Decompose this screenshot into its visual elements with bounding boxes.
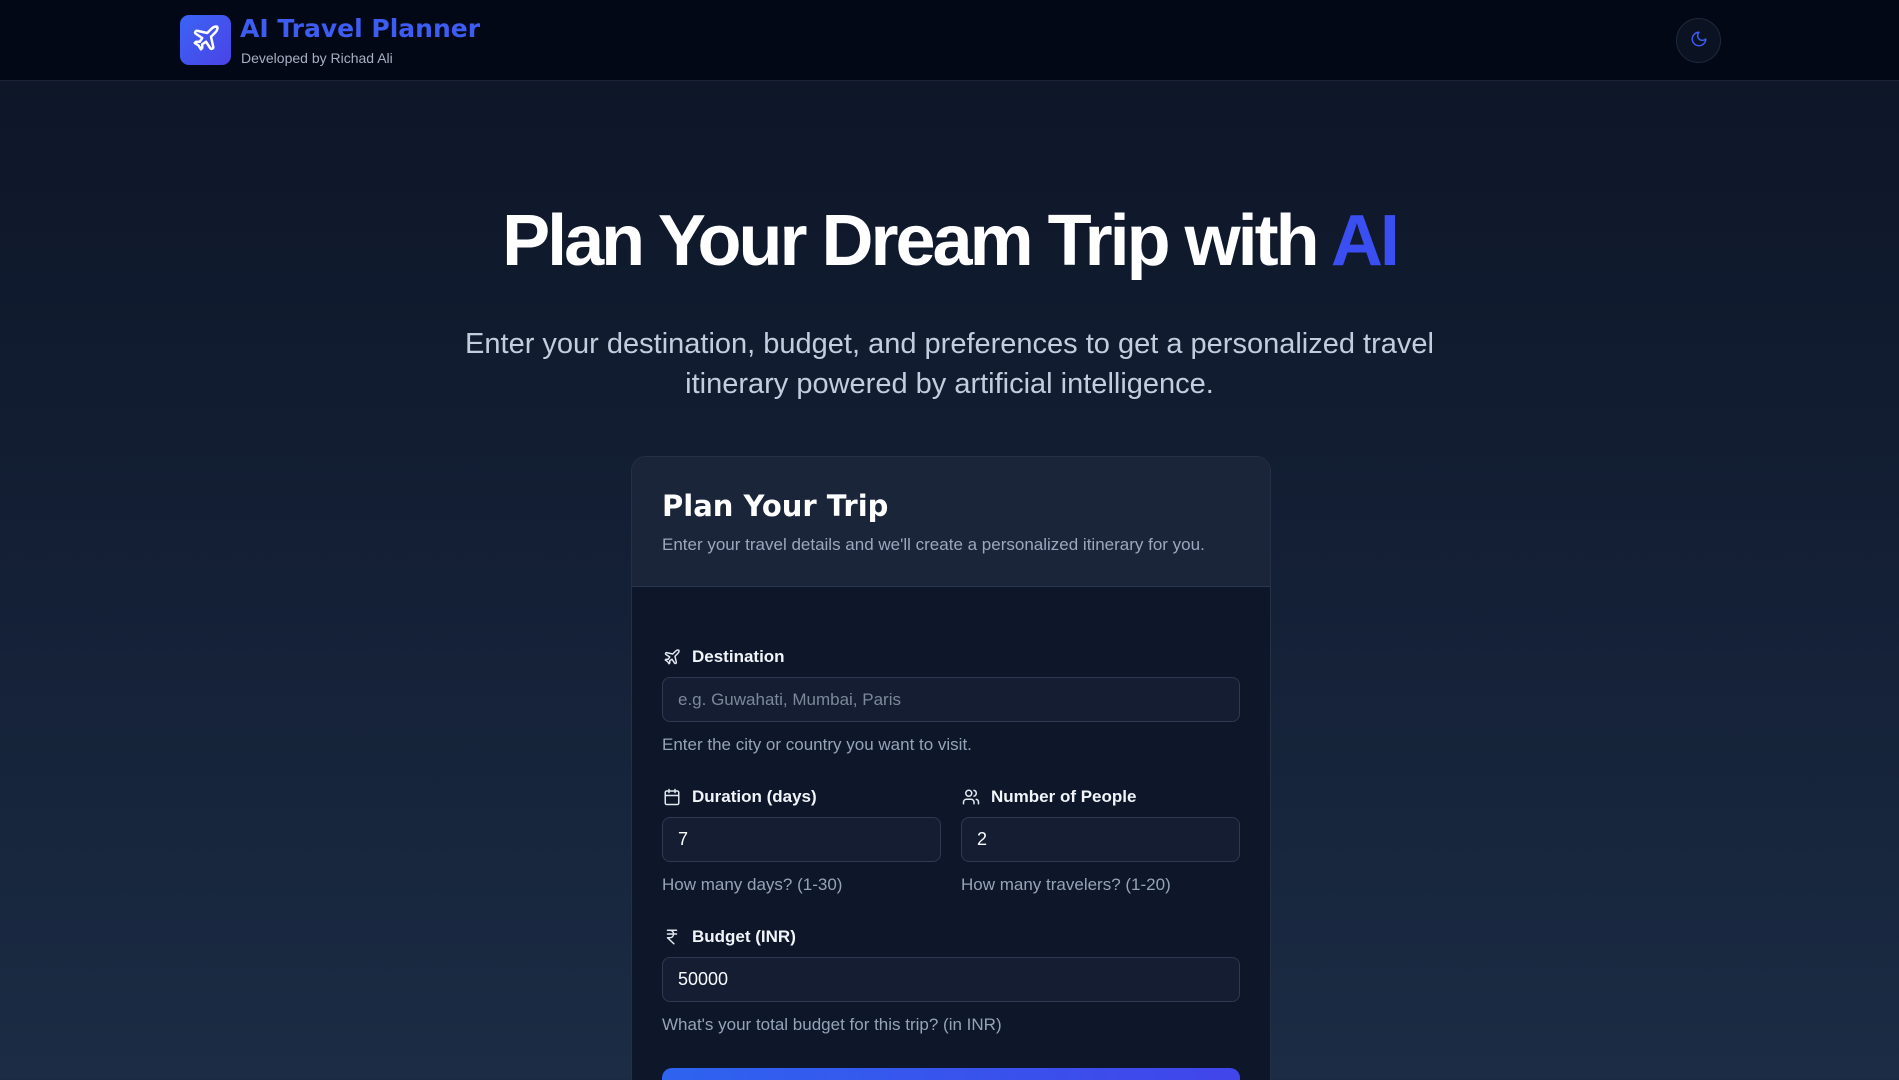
destination-label: Destination (662, 647, 785, 667)
budget-label-text: Budget (INR) (692, 927, 796, 946)
destination-hint: Enter the city or country you want to vi… (662, 735, 972, 754)
hero-subtitle: Enter your destination, budget, and pref… (465, 328, 1434, 400)
card-description: Enter your travel details and we'll crea… (662, 535, 1205, 554)
calendar-icon (662, 787, 682, 807)
moon-icon (1690, 30, 1708, 51)
theme-toggle-button[interactable] (1676, 18, 1721, 63)
budget-input[interactable] (662, 957, 1240, 1002)
destination-label-text: Destination (692, 647, 785, 666)
duration-label: Duration (days) (662, 787, 817, 807)
plane-icon (191, 23, 221, 57)
top-navbar: AI Travel Planner Developed by Richad Al… (0, 0, 1899, 81)
people-hint: How many travelers? (1-20) (961, 875, 1171, 894)
duration-label-text: Duration (days) (692, 787, 817, 806)
duration-input[interactable] (662, 817, 941, 862)
generate-itinerary-button[interactable] (662, 1068, 1240, 1080)
budget-hint: What's your total budget for this trip? … (662, 1015, 1002, 1034)
budget-label: Budget (INR) (662, 927, 796, 947)
people-label-text: Number of People (991, 787, 1137, 806)
duration-hint: How many days? (1-30) (662, 875, 843, 894)
people-label: Number of People (961, 787, 1136, 807)
users-icon (961, 787, 981, 807)
card-title: Plan Your Trip (662, 489, 889, 523)
plane-icon (662, 647, 682, 667)
logo[interactable] (180, 15, 231, 65)
card-header: Plan Your Trip Enter your travel details… (632, 457, 1270, 587)
hero-title-main: Plan Your Dream Trip with (502, 201, 1331, 281)
rupee-icon (662, 927, 682, 947)
destination-input[interactable] (662, 677, 1240, 722)
trip-form-card: Plan Your Trip Enter your travel details… (631, 456, 1271, 1080)
people-input[interactable] (961, 817, 1240, 862)
brand-title[interactable]: AI Travel Planner (240, 14, 480, 43)
brand-subtitle: Developed by Richad Ali (241, 50, 393, 66)
hero-title-accent: AI (1330, 201, 1400, 281)
hero-title: Plan Your Dream Trip with AI (0, 200, 1899, 282)
